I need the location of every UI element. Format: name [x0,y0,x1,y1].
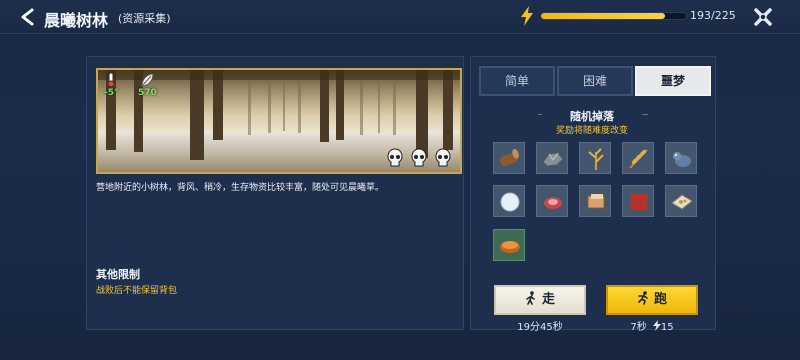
resource-value: 570 [138,88,157,98]
location-description: 营地附近的小树林，背风、稍冷，生存物资比较丰富，随处可见晨曦草。 [96,183,385,193]
location-scene-image: -5° 570 [96,68,462,174]
run-duration: 7秒 [630,322,647,333]
run-cost-lightning-icon [652,320,661,331]
walk-button[interactable]: 走 [494,285,586,315]
skull-icon [434,148,452,168]
energy-bar [540,12,687,20]
wood-log-icon[interactable] [493,142,525,174]
pie-food-icon[interactable] [493,229,525,261]
running-person-icon [637,289,649,305]
run-energy-cost: 15 [660,322,674,333]
pan-food-icon[interactable] [665,185,697,217]
walk-button-label: 走 [541,292,555,307]
page-subtitle: (资源采集) [118,12,171,25]
close-x-icon[interactable] [752,6,774,28]
energy-count: 193/225 [690,9,736,22]
snowball-icon[interactable] [493,185,525,217]
leaf-resource-icon [140,72,154,88]
top-bar: 晨曦树林 (资源采集) 193/225 [0,0,800,34]
red-clover-icon[interactable] [622,185,654,217]
tab-nightmare[interactable]: 噩梦 [635,66,711,96]
tab-hard[interactable]: 困难 [557,66,633,96]
run-info: 7秒 15 [606,318,698,333]
restrictions-title: 其他限制 [96,268,140,281]
metal-ore-icon[interactable] [536,142,568,174]
wheat-branch-icon[interactable] [622,142,654,174]
lightning-icon [520,6,534,26]
run-button-label: 跑 [653,292,667,307]
tab-easy[interactable]: 简单 [479,66,555,96]
herb-sprout-icon[interactable] [579,142,611,174]
back-arrow-icon[interactable] [18,7,38,27]
random-drop-subtitle: 奖励将随难度改变 [555,126,628,136]
leather-block-icon[interactable] [579,185,611,217]
skull-icon [410,148,428,168]
energy-bar-fill [541,13,666,19]
skull-icon [386,148,404,168]
temperature-value: -5° [104,88,119,98]
walking-person-icon [525,289,537,305]
page-title: 晨曦树林 [44,11,109,30]
restrictions-text: 战败后不能保留背包 [96,286,178,296]
walk-duration: 19分45秒 [517,322,563,333]
random-drop-title: 随机掉落 [542,108,642,124]
raw-meat-icon[interactable] [536,185,568,217]
blue-creature-icon[interactable] [665,142,697,174]
thermometer-icon [104,72,118,88]
run-button[interactable]: 跑 [606,285,698,315]
